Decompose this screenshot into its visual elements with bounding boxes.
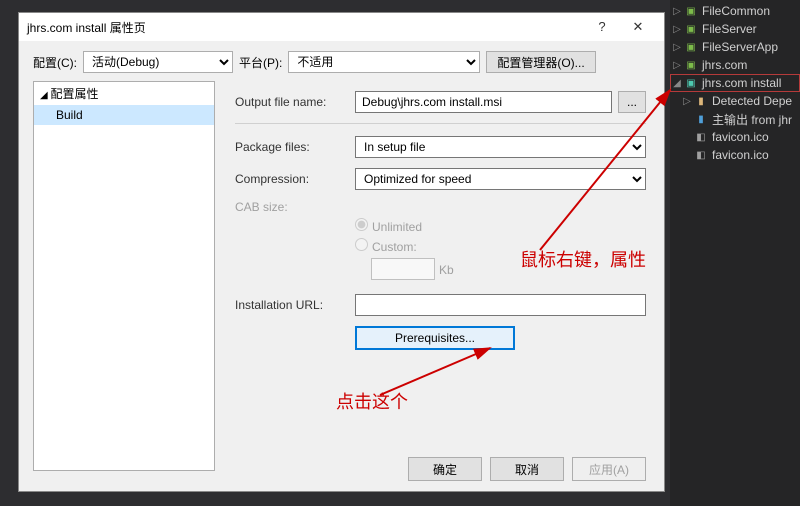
tree-root[interactable]: 配置属性 [34, 82, 214, 105]
tree-item[interactable]: FileCommon [702, 4, 770, 18]
config-manager-button[interactable]: 配置管理器(O)... [486, 51, 595, 73]
divider [235, 123, 646, 124]
prerequisites-button[interactable]: Prerequisites... [355, 326, 515, 350]
csproj-icon: ▣ [684, 4, 698, 18]
favicon-icon: ◧ [694, 130, 708, 144]
cab-size-input [371, 258, 435, 280]
cancel-button[interactable]: 取消 [490, 457, 564, 481]
tree-item[interactable]: 主输出 from jhr [712, 111, 792, 128]
form-panel: Output file name: ... Package files: In … [215, 81, 664, 471]
package-files-label: Package files: [235, 140, 355, 154]
config-tree[interactable]: 配置属性 Build [33, 81, 215, 471]
dialog-title: jhrs.com install 属性页 [27, 19, 584, 36]
titlebar: jhrs.com install 属性页 ? ✕ [19, 13, 664, 41]
folder-icon: ▮ [694, 94, 708, 108]
output-file-input[interactable] [355, 91, 612, 113]
radio-unlimited: Unlimited [355, 218, 646, 234]
installer-icon: ▣ [684, 76, 698, 90]
tree-build[interactable]: Build [34, 105, 214, 125]
compression-label: Compression: [235, 172, 355, 186]
favicon-icon: ◧ [694, 148, 708, 162]
help-button[interactable]: ? [584, 15, 620, 39]
tree-item-selected[interactable]: jhrs.com install [702, 76, 781, 90]
config-row: 配置(C): 活动(Debug) 平台(P): 不适用 配置管理器(O)... [19, 41, 664, 81]
ok-button[interactable]: 确定 [408, 457, 482, 481]
tree-item[interactable]: favicon.ico [712, 130, 769, 144]
install-url-input[interactable] [355, 294, 646, 316]
config-label: 配置(C): [33, 54, 77, 71]
tree-item[interactable]: jhrs.com [702, 58, 747, 72]
tree-item[interactable]: favicon.ico [712, 148, 769, 162]
radio-custom-input [355, 238, 368, 251]
properties-dialog: jhrs.com install 属性页 ? ✕ 配置(C): 活动(Debug… [18, 12, 665, 492]
platform-label: 平台(P): [239, 54, 282, 71]
tree-item[interactable]: FileServer [702, 22, 757, 36]
csproj-icon: ▣ [684, 40, 698, 54]
apply-button[interactable]: 应用(A) [572, 457, 646, 481]
close-button[interactable]: ✕ [620, 15, 656, 39]
tree-item[interactable]: Detected Depe [712, 94, 792, 108]
csproj-icon: ▣ [684, 58, 698, 72]
compression-select[interactable]: Optimized for speed [355, 168, 646, 190]
cab-radio-group: Unlimited Custom: Kb [235, 218, 646, 280]
output-file-label: Output file name: [235, 95, 355, 109]
csproj-icon: ▣ [684, 22, 698, 36]
package-files-select[interactable]: In setup file [355, 136, 646, 158]
config-select[interactable]: 活动(Debug) [83, 51, 233, 73]
install-url-label: Installation URL: [235, 298, 355, 312]
radio-unlimited-input [355, 218, 368, 231]
radio-custom: Custom: [355, 238, 646, 254]
platform-select[interactable]: 不适用 [288, 51, 480, 73]
cab-size-label: CAB size: [235, 200, 355, 214]
kb-label: Kb [439, 263, 454, 277]
solution-explorer[interactable]: ▷▣FileCommon ▷▣FileServer ▷▣FileServerAp… [670, 0, 800, 506]
output-icon: ▮ [694, 112, 708, 126]
browse-button[interactable]: ... [618, 91, 646, 113]
dialog-footer: 确定 取消 应用(A) [408, 457, 646, 481]
tree-item[interactable]: FileServerApp [702, 40, 778, 54]
